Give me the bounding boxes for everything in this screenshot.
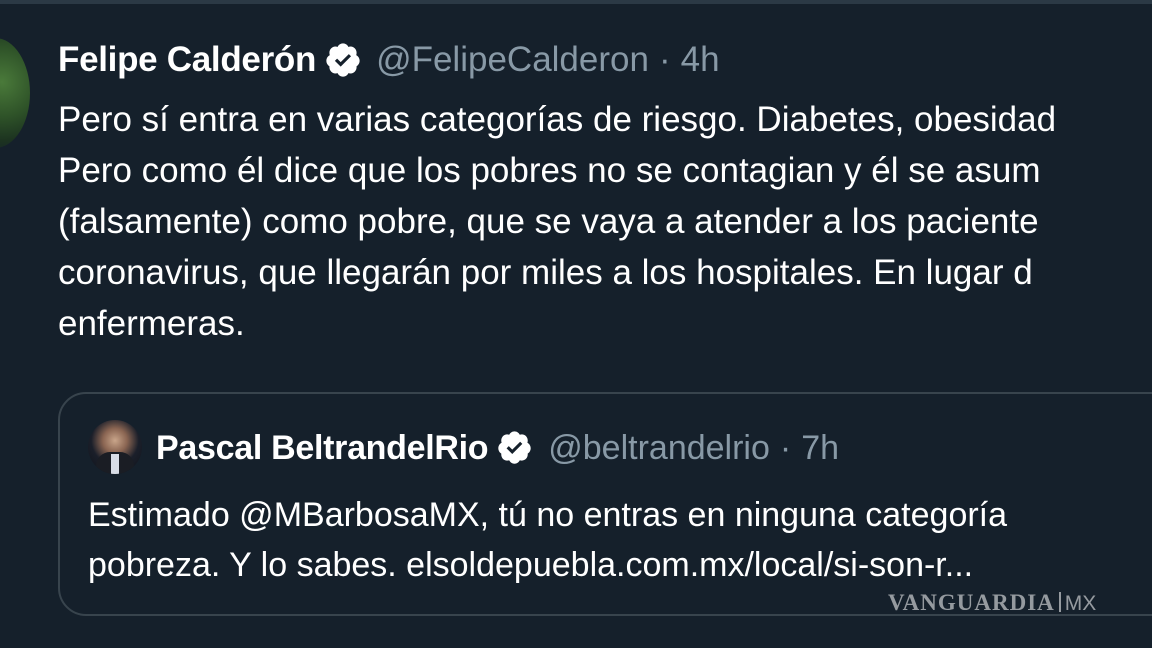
author-avatar[interactable] [0, 38, 30, 148]
vanguardia-watermark: VANGUARDIA MX [888, 590, 1096, 616]
quoted-author-avatar [88, 420, 142, 474]
tweet-text-line: coronavirus, que llegarán por miles a lo… [58, 253, 1033, 292]
watermark-brand: VANGUARDIA [888, 590, 1055, 615]
separator-dot: · [658, 40, 671, 79]
quoted-author-display-name: Pascal BeltrandelRio [156, 428, 489, 467]
quoted-tweet-card[interactable]: Pascal BeltrandelRio @beltrandelrio · 7h… [58, 392, 1152, 616]
tweet-timestamp[interactable]: 4h [681, 40, 720, 80]
quoted-tweet-header: Pascal BeltrandelRio @beltrandelrio · 7h [156, 426, 839, 470]
top-divider [0, 0, 1152, 4]
quoted-tweet-text: Estimado @MBarbosaMX, tú no entras en ni… [88, 490, 1007, 590]
tweet-text-line: (falsamente) como pobre, que se vaya a a… [58, 202, 1039, 241]
avatar-shirt-shape [111, 454, 119, 474]
tweet-text: Pero sí entra en varias categorías de ri… [58, 94, 1152, 349]
tweet-header: Felipe Calderón @FelipeCalderon · 4h [58, 38, 720, 82]
tweet-text-line: Pero sí entra en varias categorías de ri… [58, 100, 1057, 139]
tweet-text-line: enfermeras. [58, 304, 245, 343]
quoted-tweet-text-line: Estimado @MBarbosaMX, tú no entras en ni… [88, 496, 1008, 534]
quoted-author-handle: @beltrandelrio [548, 428, 770, 467]
quoted-tweet-text-line: pobreza. Y lo sabes. elsoldepuebla.com.m… [88, 546, 974, 584]
tweet-text-line: Pero como él dice que los pobres no se c… [58, 151, 1041, 190]
quoted-tweet-timestamp: 7h [801, 428, 840, 467]
author-display-name[interactable]: Felipe Calderón [58, 40, 316, 80]
separator-dot: · [779, 428, 792, 467]
watermark-suffix: MX [1064, 592, 1097, 615]
verified-badge-icon [496, 429, 534, 467]
verified-badge-icon [324, 41, 362, 79]
watermark-separator [1058, 592, 1061, 612]
author-handle[interactable]: @FelipeCalderon [376, 40, 649, 80]
